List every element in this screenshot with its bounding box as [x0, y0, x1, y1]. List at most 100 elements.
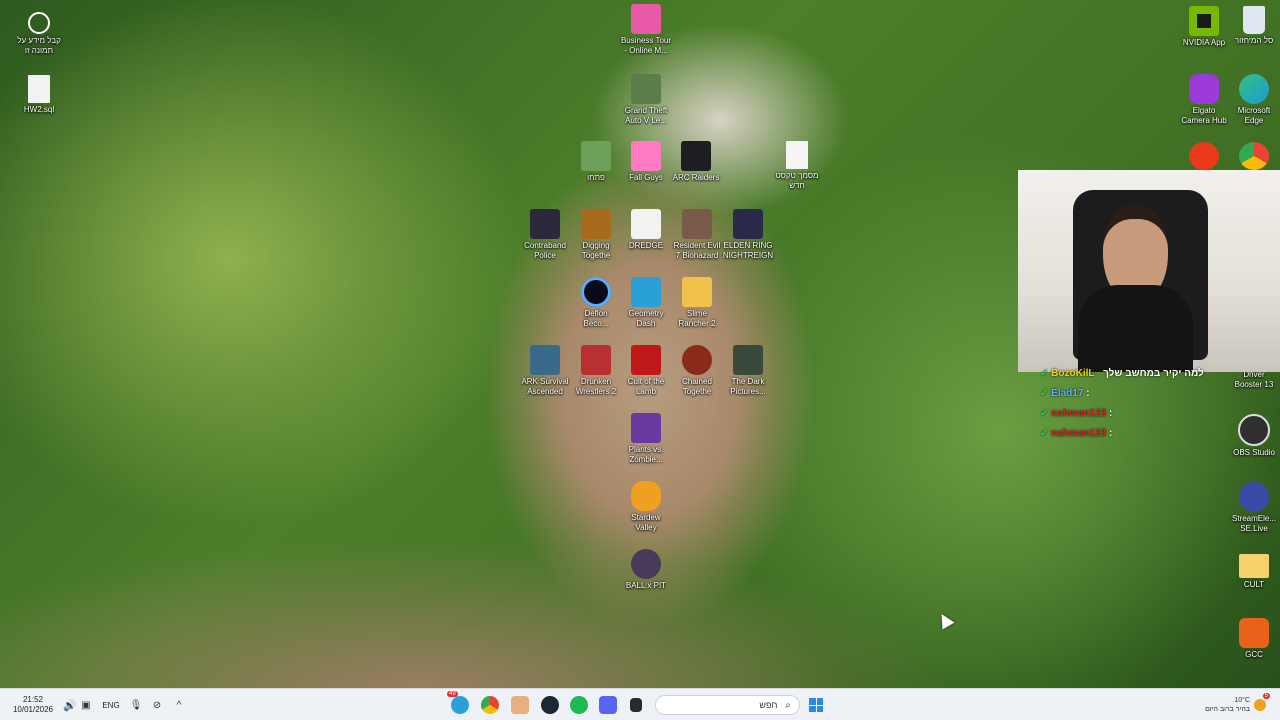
- chat-message: ✓ BozoKilL למה יקיר במחשב שלך: [1040, 368, 1204, 379]
- ea-icon: [1189, 142, 1219, 170]
- desktop-icon-pvz[interactable]: Plants vs. Zombie...: [613, 413, 679, 465]
- weather-widget[interactable]: 10°C בהיר ברוב היום: [1180, 689, 1250, 720]
- terminal-taskbar-icon[interactable]: [626, 689, 646, 720]
- clock[interactable]: 21:52 10/01/2026: [8, 689, 58, 720]
- chat-message: ✓ nahman123 :: [1040, 428, 1113, 439]
- recycle-bin-icon: [1243, 6, 1265, 34]
- clock-time: 21:52: [22, 695, 44, 704]
- nvidia-icon: [1189, 6, 1219, 36]
- chrome-icon: [1239, 142, 1269, 170]
- pvz-icon: [631, 413, 661, 443]
- chained-icon: [682, 345, 712, 375]
- deflon-icon: [581, 277, 611, 307]
- steam-taskbar-icon[interactable]: [540, 689, 560, 720]
- desktop-icon-label: BALL x PIT: [625, 581, 667, 590]
- desktop-icon-image-info[interactable]: קבל מידע על תמונה זו: [6, 10, 72, 56]
- webcam-person-body: [1078, 285, 1193, 372]
- webcam-overlay: [1018, 170, 1280, 372]
- discord-taskbar-icon[interactable]: [598, 689, 618, 720]
- game-anime-icon: [581, 141, 611, 171]
- desktop-icon-arc-raiders[interactable]: ARC Raiders: [663, 141, 729, 183]
- search-icon: ⌕: [785, 699, 791, 711]
- contraband-icon: [530, 209, 560, 239]
- desktop-icon-obs[interactable]: OBS Studio: [1221, 414, 1280, 458]
- desktop-icon-label: The Dark Pictures...: [730, 377, 766, 396]
- chat-text: :: [1108, 428, 1113, 439]
- geometry-dash-icon: [631, 277, 661, 307]
- chrome-taskbar-icon[interactable]: [480, 689, 500, 720]
- business-tour-icon: [631, 4, 661, 34]
- file-icon: [28, 75, 50, 103]
- desktop-icon-streamelements[interactable]: StreamEle... SE.Live: [1221, 482, 1280, 534]
- ballxpit-icon: [631, 549, 661, 579]
- text-file-icon: [786, 141, 808, 169]
- desktop-icon-label: ARC Raiders: [672, 173, 720, 182]
- dark-pictures-icon: [733, 345, 763, 375]
- desktop-icon-label: GCC: [1245, 650, 1263, 659]
- telegram-taskbar-icon[interactable]: 49: [447, 689, 470, 720]
- spotify-icon: [570, 696, 588, 714]
- app-icon: [511, 696, 529, 714]
- desktop-icon-gta[interactable]: Grand Theft Auto V Le...: [613, 74, 679, 126]
- desktop-icon-label: קבל מידע על תמונה זו: [17, 36, 61, 55]
- desktop-icon-label: Microsoft Edge: [1237, 106, 1271, 125]
- desktop-icon-recycle-bin[interactable]: סל המיחזור: [1221, 6, 1280, 46]
- mail-badge: 49: [447, 691, 458, 697]
- display-icon[interactable]: ▣: [79, 689, 93, 720]
- desktop-icon-gcc[interactable]: GCC: [1221, 618, 1280, 660]
- desktop-icon-elden-ring[interactable]: ELDEN RING NIGHTREIGN: [715, 209, 781, 261]
- edge-icon: [1239, 74, 1269, 104]
- chat-message: ✓ Elad17 :: [1040, 388, 1090, 399]
- microphone-icon[interactable]: 🎙: [130, 689, 143, 720]
- elden-ring-icon: [733, 209, 763, 239]
- desktop-icon-label: Slime Rancher 2: [678, 309, 716, 328]
- volume-icon[interactable]: 🔊: [62, 689, 78, 720]
- desktop-icon-chrome[interactable]: [1221, 142, 1280, 172]
- desktop-icon-ball-x-pit[interactable]: BALL x PIT: [613, 549, 679, 591]
- arc-raiders-icon: [681, 141, 711, 171]
- clock-date: 10/01/2026: [12, 705, 54, 714]
- desktop-icon-label: Stardew Valley: [631, 513, 661, 532]
- desktop-icon-edge[interactable]: Microsoft Edge: [1221, 74, 1280, 126]
- app-taskbar-icon[interactable]: [510, 689, 530, 720]
- re7-icon: [682, 209, 712, 239]
- drunken-wrestlers-icon: [581, 345, 611, 375]
- elgato-icon: [1189, 74, 1219, 104]
- tray-overflow-chevron-icon[interactable]: ^: [172, 689, 186, 720]
- taskbar: 21:52 10/01/2026 🔊 ▣ ENG 🎙 ⊘ ^ 49 חפש ⌕: [0, 688, 1280, 720]
- desktop-icon-new-text[interactable]: מסמך טקסט חדש: [764, 141, 830, 191]
- language-indicator[interactable]: ENG: [98, 689, 124, 720]
- gta-icon: [631, 74, 661, 104]
- notification-count: 5: [1262, 693, 1270, 699]
- dt-icon: [581, 209, 611, 239]
- ark-icon: [530, 345, 560, 375]
- weather-desc: בהיר ברוב היום: [1205, 706, 1250, 713]
- sun-icon: 5: [1254, 693, 1270, 711]
- streamelements-icon: [1239, 482, 1269, 512]
- search-box[interactable]: חפש ⌕: [655, 689, 800, 720]
- desktop-icon-stardew[interactable]: Stardew Valley: [613, 481, 679, 533]
- chat-username: nahman123: [1051, 428, 1107, 439]
- cult-lamb-icon: [631, 345, 661, 375]
- chat-message: ✓ nahman123 :: [1040, 408, 1113, 419]
- folder-icon: [1239, 554, 1269, 578]
- chat-text: :: [1086, 388, 1090, 399]
- spotify-taskbar-icon[interactable]: [569, 689, 589, 720]
- chat-text: :: [1108, 408, 1113, 419]
- stardew-icon: [631, 481, 661, 511]
- desktop-icon-label: סל המיחזור: [1234, 36, 1274, 45]
- desktop-icon-cult-folder[interactable]: CULT: [1221, 550, 1280, 590]
- chat-username: BozoKilL: [1051, 368, 1095, 379]
- desktop-icon-dark-pictures[interactable]: The Dark Pictures...: [715, 345, 781, 397]
- start-button[interactable]: [806, 689, 826, 720]
- desktop-icon-slime-rancher[interactable]: Slime Rancher 2: [664, 277, 730, 329]
- desktop-icon-label: מסמך טקסט חדש: [775, 171, 819, 190]
- desktop-icon-hw2-sql[interactable]: HW2.sql: [6, 75, 72, 115]
- network-off-icon[interactable]: ⊘: [150, 689, 164, 720]
- fall-guys-icon: [631, 141, 661, 171]
- telegram-icon: 49: [447, 691, 469, 714]
- desktop-icon-business-tour[interactable]: Business Tour - Online M...: [613, 4, 679, 56]
- weather-sun-icon[interactable]: 5: [1252, 689, 1270, 720]
- terminal-icon: [630, 698, 642, 712]
- chat-username: Elad17: [1051, 388, 1084, 399]
